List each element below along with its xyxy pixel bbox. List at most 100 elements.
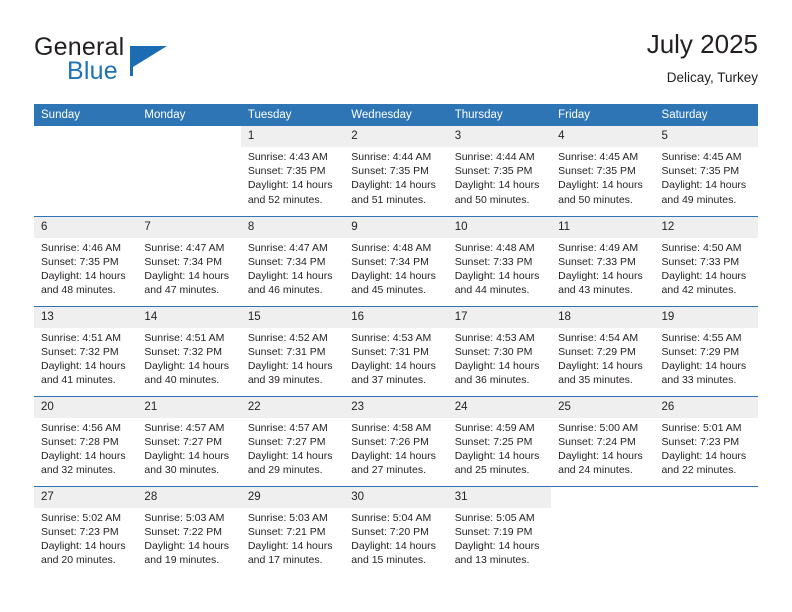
calendar-day-cell[interactable]: 18 Sunrise: 4:54 AM Sunset: 7:29 PM Dayligh… — [551, 305, 655, 396]
calendar-day-cell[interactable]: 26 Sunrise: 5:01 AM Sunset: 7:23 PM Dayligh… — [654, 395, 758, 486]
calendar-day-cell[interactable]: 10 Sunrise: 4:48 AM Sunset: 7:33 PM Dayligh… — [447, 215, 552, 306]
sunset-text: Sunset: 7:30 PM — [454, 345, 533, 358]
calendar-day-cell[interactable]: 12 Sunrise: 4:50 AM Sunset: 7:33 PM Dayligh… — [654, 215, 758, 306]
sunrise-text: Sunrise: 5:02 AM — [41, 511, 121, 524]
day-details: Sunrise: 4:59 AM Sunset: 7:25 PM Daylight:… — [448, 418, 551, 478]
day-details: Sunrise: 5:02 AM Sunset: 7:23 PM Daylight:… — [34, 508, 137, 568]
sunrise-text: Sunrise: 4:57 AM — [144, 421, 225, 434]
calendar-day-cell[interactable]: 19 Sunrise: 4:55 AM Sunset: 7:29 PM Dayligh… — [654, 305, 758, 396]
daylight-text-line2: and 36 minutes. — [454, 374, 530, 387]
day-number — [137, 126, 241, 147]
daylight-text-line2: and 29 minutes. — [247, 464, 323, 477]
sunrise-text: Sunrise: 4:47 AM — [144, 241, 225, 254]
calendar-day-cell[interactable]: 11 Sunrise: 4:49 AM Sunset: 7:33 PM Dayligh… — [551, 215, 655, 306]
daylight-text-line2: and 22 minutes. — [661, 464, 737, 477]
day-details: Sunrise: 4:45 AM Sunset: 7:35 PM Daylight:… — [655, 147, 758, 207]
calendar-week-row: 6 Sunrise: 4:46 AM Sunset: 7:35 PM Daylight… — [34, 215, 758, 306]
day-number: 30 — [344, 486, 448, 508]
calendar-day-cell[interactable]: 29 Sunrise: 5:03 AM Sunset: 7:21 PM Dayligh… — [240, 485, 345, 576]
day-details: Sunrise: 4:48 AM Sunset: 7:34 PM Daylight:… — [344, 238, 447, 298]
day-number: 1 — [240, 126, 345, 147]
calendar-day-cell[interactable]: 30 Sunrise: 5:04 AM Sunset: 7:20 PM Dayligh… — [344, 485, 448, 576]
calendar-day-cell[interactable]: 31 Sunrise: 5:05 AM Sunset: 7:19 PM Dayligh… — [447, 485, 552, 576]
day-details: Sunrise: 5:03 AM Sunset: 7:21 PM Daylight:… — [241, 508, 344, 568]
daylight-text-line2: and 51 minutes. — [351, 193, 426, 206]
daylight-text-line1: Daylight: 14 hours — [661, 449, 747, 462]
sunrise-text: Sunrise: 5:00 AM — [558, 421, 639, 434]
daylight-text-line2: and 37 minutes. — [351, 374, 426, 387]
sunset-text: Sunset: 7:27 PM — [247, 435, 326, 448]
calendar-day-cell[interactable]: 21 Sunrise: 4:57 AM Sunset: 7:27 PM Dayligh… — [137, 395, 241, 486]
daylight-text-line2: and 40 minutes. — [144, 374, 220, 387]
sunrise-text: Sunrise: 4:53 AM — [454, 331, 535, 344]
weekday-header-friday: Friday — [551, 104, 655, 126]
day-details: Sunrise: 4:52 AM Sunset: 7:31 PM Daylight:… — [241, 328, 344, 388]
sunset-text: Sunset: 7:22 PM — [144, 525, 223, 538]
day-number: 28 — [137, 486, 241, 508]
calendar-day-cell[interactable]: 15 Sunrise: 4:52 AM Sunset: 7:31 PM Dayligh… — [240, 305, 345, 396]
calendar-day-cell[interactable]: 27 Sunrise: 5:02 AM Sunset: 7:23 PM Dayligh… — [34, 485, 138, 576]
sunset-text: Sunset: 7:34 PM — [351, 255, 429, 268]
calendar-day-cell[interactable]: 13 Sunrise: 4:51 AM Sunset: 7:32 PM Dayligh… — [34, 305, 138, 396]
calendar-day-cell[interactable]: 14 Sunrise: 4:51 AM Sunset: 7:32 PM Dayligh… — [137, 305, 241, 396]
calendar-day-cell[interactable]: 4 Sunrise: 4:45 AM Sunset: 7:35 PM Daylight… — [551, 126, 655, 216]
sunset-text: Sunset: 7:32 PM — [41, 345, 119, 358]
day-number — [654, 486, 758, 508]
day-number — [551, 486, 655, 508]
calendar-day-cell[interactable]: 6 Sunrise: 4:46 AM Sunset: 7:35 PM Daylight… — [34, 215, 138, 306]
sunset-text: Sunset: 7:35 PM — [41, 255, 119, 268]
calendar-day-cell[interactable]: 23 Sunrise: 4:58 AM Sunset: 7:26 PM Dayligh… — [344, 395, 448, 486]
daylight-text-line1: Daylight: 14 hours — [351, 359, 436, 372]
daylight-text-line1: Daylight: 14 hours — [454, 449, 540, 462]
day-details: Sunrise: 4:58 AM Sunset: 7:26 PM Daylight:… — [344, 418, 447, 478]
calendar-day-cell[interactable]: 25 Sunrise: 5:00 AM Sunset: 7:24 PM Dayligh… — [551, 395, 655, 486]
calendar-day-cell[interactable]: 5 Sunrise: 4:45 AM Sunset: 7:35 PM Daylight… — [654, 126, 758, 216]
calendar-day-cell[interactable]: 7 Sunrise: 4:47 AM Sunset: 7:34 PM Daylight… — [137, 215, 241, 306]
calendar-day-cell[interactable]: 16 Sunrise: 4:53 AM Sunset: 7:31 PM Dayligh… — [344, 305, 448, 396]
weekday-header-saturday: Saturday — [654, 104, 758, 126]
calendar-day-cell[interactable]: 24 Sunrise: 4:59 AM Sunset: 7:25 PM Dayligh… — [447, 395, 552, 486]
sunset-text: Sunset: 7:33 PM — [661, 255, 740, 268]
day-number: 8 — [240, 216, 345, 238]
sunrise-text: Sunrise: 4:54 AM — [558, 331, 639, 344]
day-details: Sunrise: 4:53 AM Sunset: 7:31 PM Daylight:… — [344, 328, 447, 388]
day-number: 26 — [654, 396, 758, 418]
day-details: Sunrise: 4:55 AM Sunset: 7:29 PM Daylight:… — [655, 328, 758, 388]
sunset-text: Sunset: 7:32 PM — [144, 345, 223, 358]
calendar-day-cell[interactable]: 9 Sunrise: 4:48 AM Sunset: 7:34 PM Daylight… — [344, 215, 448, 306]
calendar-day-cell[interactable]: 3 Sunrise: 4:44 AM Sunset: 7:35 PM Daylight… — [447, 126, 552, 216]
daylight-text-line1: Daylight: 14 hours — [351, 449, 436, 462]
calendar-day-cell[interactable]: 20 Sunrise: 4:56 AM Sunset: 7:28 PM Dayligh… — [34, 395, 138, 486]
day-number: 13 — [34, 306, 138, 328]
sunset-text: Sunset: 7:20 PM — [351, 525, 429, 538]
calendar-day-cell[interactable]: 22 Sunrise: 4:57 AM Sunset: 7:27 PM Dayligh… — [240, 395, 345, 486]
day-number: 3 — [447, 126, 552, 147]
day-details: Sunrise: 4:44 AM Sunset: 7:35 PM Daylight:… — [448, 147, 551, 207]
sunrise-text: Sunrise: 4:53 AM — [351, 331, 432, 344]
calendar-day-cell[interactable]: 28 Sunrise: 5:03 AM Sunset: 7:22 PM Dayligh… — [137, 485, 241, 576]
general-blue-logo: General Blue — [34, 34, 254, 92]
calendar-day-cell[interactable]: 1 Sunrise: 4:43 AM Sunset: 7:35 PM Daylight… — [240, 126, 345, 216]
calendar-day-cell[interactable]: 17 Sunrise: 4:53 AM Sunset: 7:30 PM Dayligh… — [447, 305, 552, 396]
day-number: 11 — [551, 216, 655, 238]
sunrise-text: Sunrise: 5:05 AM — [454, 511, 535, 524]
daylight-text-line1: Daylight: 14 hours — [558, 359, 643, 372]
sunrise-text: Sunrise: 4:52 AM — [247, 331, 328, 344]
calendar-day-cell[interactable]: 8 Sunrise: 4:47 AM Sunset: 7:34 PM Daylight… — [240, 215, 345, 306]
day-number: 19 — [654, 306, 758, 328]
day-number: 10 — [447, 216, 552, 238]
day-number: 12 — [654, 216, 758, 238]
daylight-text-line2: and 24 minutes. — [558, 464, 633, 477]
day-number: 16 — [344, 306, 448, 328]
sunrise-text: Sunrise: 4:51 AM — [144, 331, 225, 344]
weekday-header-monday: Monday — [137, 104, 241, 126]
calendar-day-cell[interactable]: 2 Sunrise: 4:44 AM Sunset: 7:35 PM Daylight… — [344, 126, 448, 216]
calendar-cell-empty — [654, 485, 758, 576]
sunrise-text: Sunrise: 5:03 AM — [247, 511, 328, 524]
day-number: 29 — [240, 486, 345, 508]
daylight-text-line1: Daylight: 14 hours — [351, 269, 436, 282]
sunset-text: Sunset: 7:19 PM — [454, 525, 533, 538]
day-details: Sunrise: 4:57 AM Sunset: 7:27 PM Daylight:… — [137, 418, 240, 478]
calendar-cell-empty — [34, 126, 138, 216]
daylight-text-line1: Daylight: 14 hours — [351, 539, 436, 552]
